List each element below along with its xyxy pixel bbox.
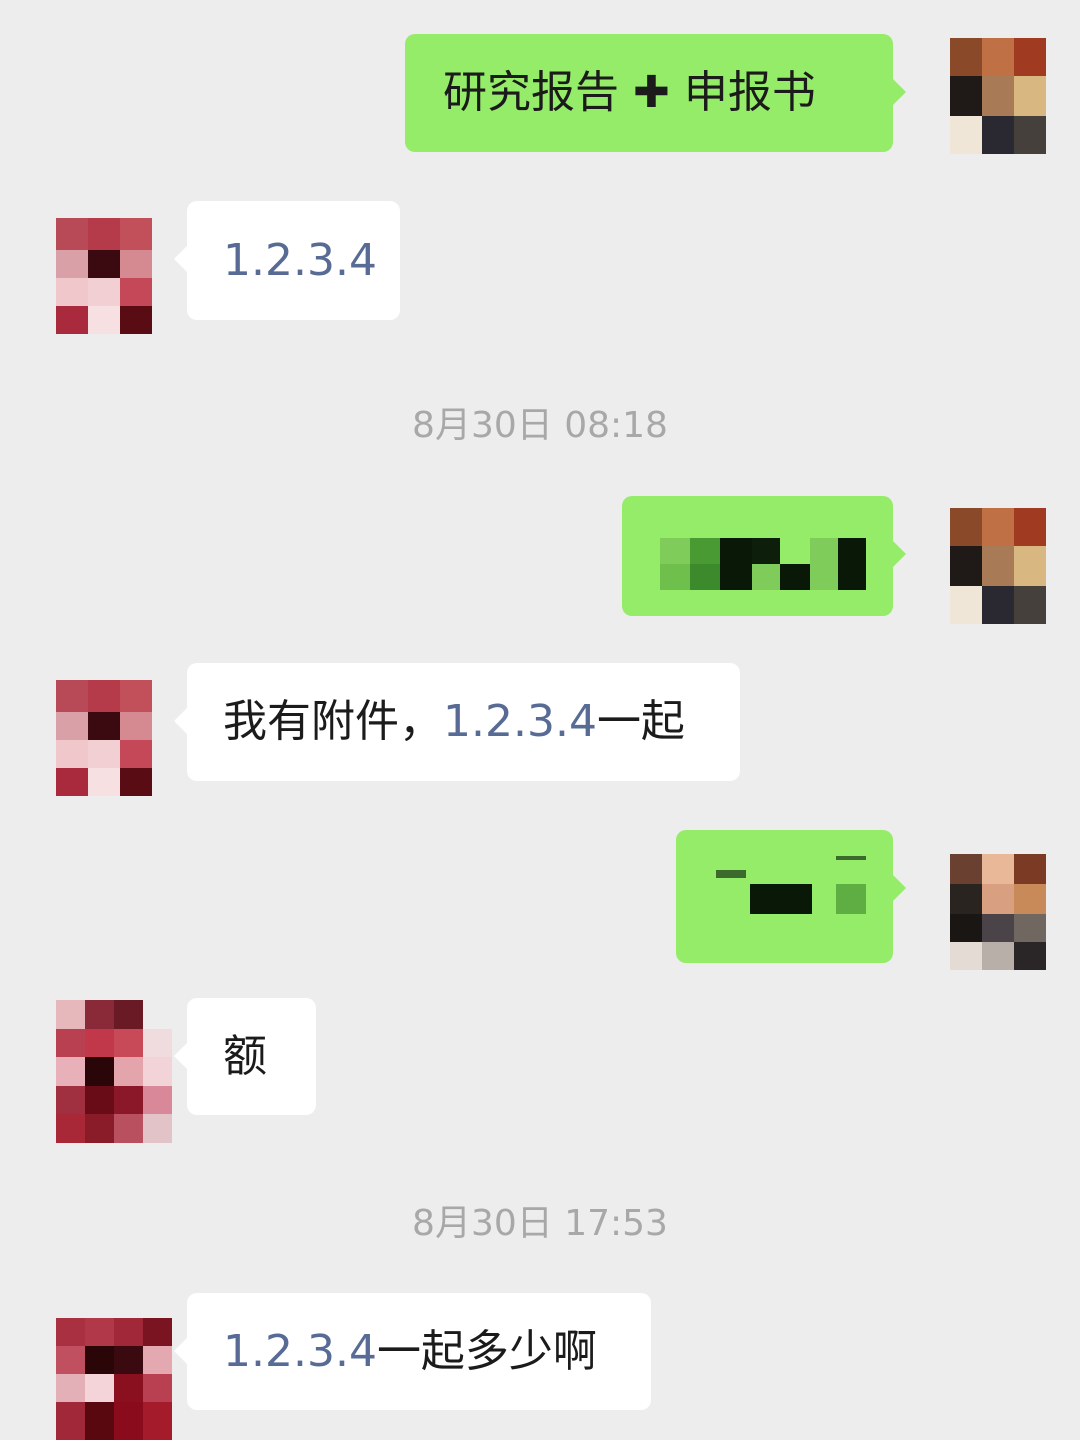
incoming-message-bubble[interactable]: 额 [174,998,316,1115]
message-link[interactable]: 1.2.3.4 [443,700,597,744]
message-text: 研究报告 ✚ 申报书 [443,67,816,118]
redacted-content [660,538,890,590]
message-link[interactable]: 1.2.3.4 [223,238,377,283]
own-avatar[interactable] [950,854,1046,970]
contact-avatar[interactable] [56,1318,172,1440]
incoming-message-bubble[interactable]: 1.2.3.4 [174,201,400,320]
message-text: 一起 [596,696,685,747]
incoming-message-bubble[interactable]: 我有附件， 1.2.3.4 一起 [174,663,740,781]
outgoing-message-bubble[interactable] [622,496,906,616]
message-text: 我有附件， [223,696,443,747]
own-avatar[interactable] [950,508,1046,624]
chat-message-list[interactable]: 研究报告 ✚ 申报书 1.2.3.4 8月30日 08:18 我有附件， 1.2… [0,0,1080,1440]
outgoing-message-bubble[interactable]: 研究报告 ✚ 申报书 [405,34,906,152]
timestamp: 8月30日 08:18 [412,405,668,446]
contact-avatar[interactable] [56,218,152,334]
incoming-message-bubble[interactable]: 1.2.3.4 一起多少啊 [174,1293,651,1410]
redacted-content [716,856,876,926]
message-text: 一起多少啊 [376,1325,597,1377]
timestamp: 8月30日 17:53 [412,1203,668,1244]
own-avatar[interactable] [950,38,1046,154]
outgoing-message-bubble[interactable] [676,830,906,963]
message-link[interactable]: 1.2.3.4 [223,1329,377,1374]
contact-avatar[interactable] [56,1000,172,1143]
message-text: 额 [223,1030,267,1082]
contact-avatar[interactable] [56,680,152,796]
